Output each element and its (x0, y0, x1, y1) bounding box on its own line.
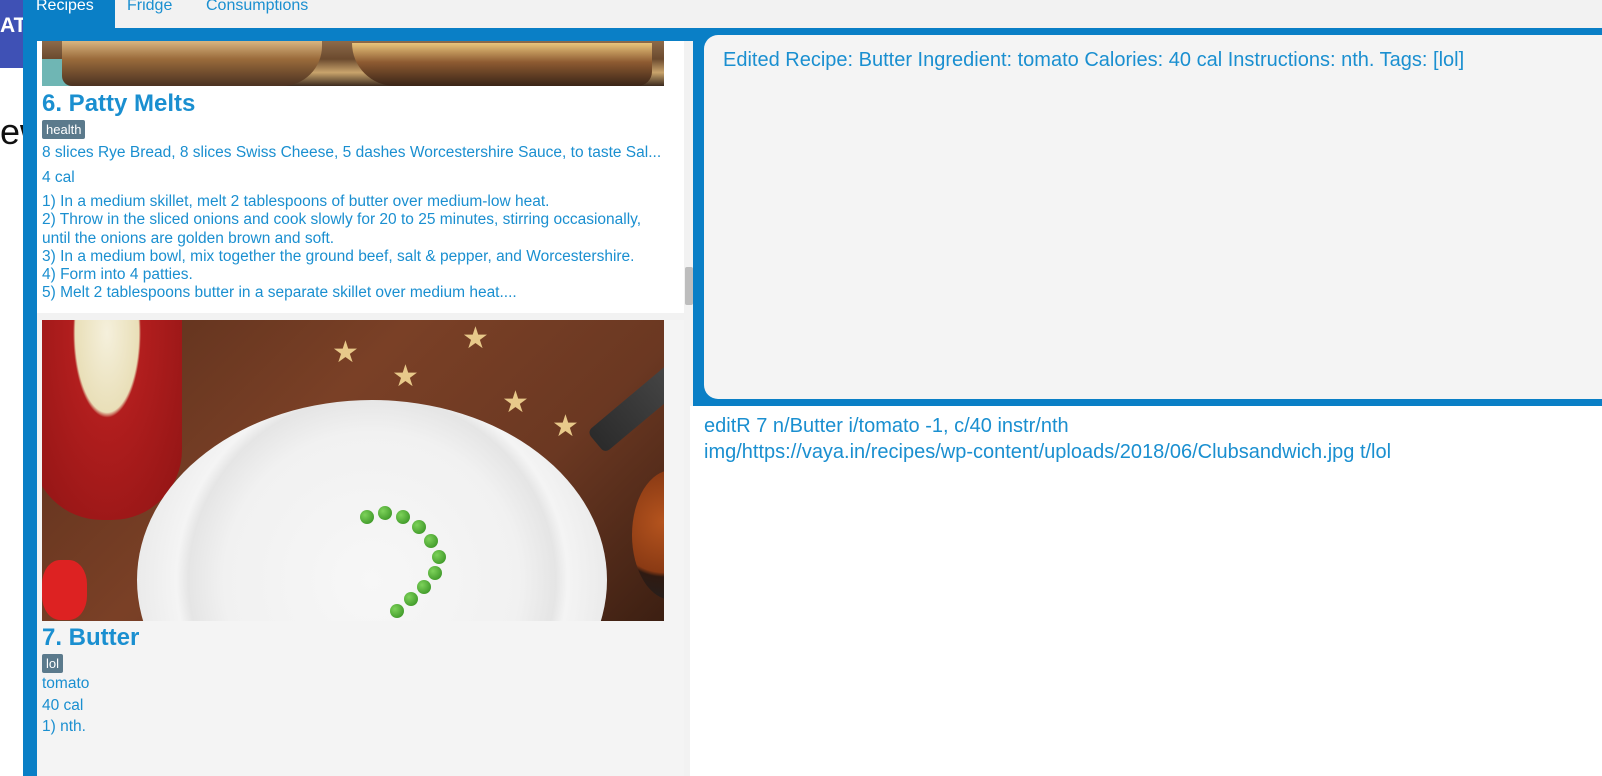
recipe-calories: 4 cal (42, 169, 75, 186)
recipe-calories: 40 cal (42, 697, 84, 714)
command-input[interactable]: editR 7 n/Butter i/tomato -1, c/40 instr… (704, 413, 1594, 465)
recipe-ingredients: tomato (42, 675, 90, 692)
command-box[interactable]: editR 7 n/Butter i/tomato -1, c/40 instr… (690, 406, 1602, 776)
recipe-instructions: 1) nth. (42, 718, 86, 735)
recipe-card[interactable]: ★ ★ ★ ★ ★ 7. Butter lol tomato 40 cal 1)… (37, 320, 684, 776)
recipe-ingredients: 8 slices Rye Bread, 8 slices Swiss Chees… (42, 144, 662, 161)
result-display: Edited Recipe: Butter Ingredient: tomato… (704, 35, 1602, 399)
recipe-tag: health (42, 120, 86, 139)
tab-recipes[interactable]: Recipes (23, 0, 115, 28)
tab-fridge[interactable]: Fridge (127, 0, 187, 28)
recipe-list[interactable]: 6. Patty Melts health 8 slices Rye Bread… (37, 41, 693, 776)
recipe-card[interactable]: 6. Patty Melts health 8 slices Rye Bread… (37, 41, 684, 313)
recipe-tag: lol (42, 654, 64, 673)
recipe-title: 7. Butter (42, 624, 140, 651)
recipe-title: 6. Patty Melts (42, 90, 196, 117)
tab-consumptions[interactable]: Consumptions (206, 0, 336, 28)
recipe-image: ★ ★ ★ ★ ★ (42, 320, 664, 621)
recipe-image (42, 41, 664, 86)
scrollbar-thumb[interactable] (685, 267, 693, 305)
tab-bar: Recipes Fridge Consumptions (23, 0, 1602, 28)
app-window: Recipes Fridge Consumptions 6. Patty Mel… (23, 0, 1602, 776)
result-text: Edited Recipe: Butter Ingredient: tomato… (723, 49, 1465, 71)
recipe-instructions: 1) In a medium skillet, melt 2 tablespoo… (42, 193, 642, 302)
